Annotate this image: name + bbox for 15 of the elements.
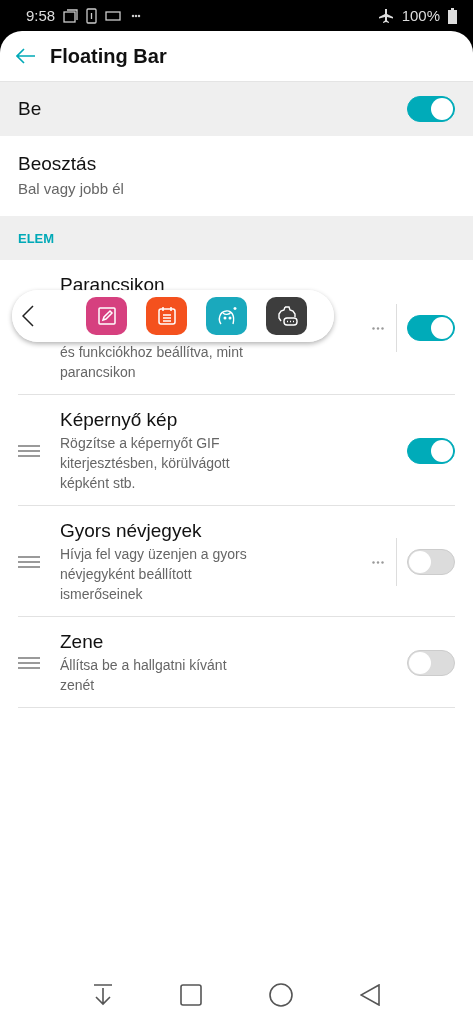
battery-percent: 100% <box>401 7 440 24</box>
item-title: Parancsikon <box>60 274 166 296</box>
item-description: Rögzítse a képernyőt GIF kiterjesztésben, körülvágott képként stb. <box>60 434 231 493</box>
item-title: Képernyő kép <box>60 409 179 431</box>
item-title: Gyors névjegyek <box>60 520 203 542</box>
setting-title: Beosztás <box>18 153 98 175</box>
item-description: Hívja fel vagy üzenjen a gyors névjegyként beállított ismerőseinek <box>60 545 248 604</box>
item-title: Zene <box>60 631 105 653</box>
master-label: Be <box>18 98 42 120</box>
section-header: ELEM <box>18 230 55 246</box>
item-description: és funkciókhoz beállítva, mint parancsikon <box>60 343 244 382</box>
setting-subtitle: Bal vagy jobb él <box>18 179 125 199</box>
page-title: Floating Bar <box>50 44 167 68</box>
status-time: 9:58 <box>26 7 56 24</box>
item-description: Állítsa be a hallgatni kívánt zenét <box>60 656 228 695</box>
